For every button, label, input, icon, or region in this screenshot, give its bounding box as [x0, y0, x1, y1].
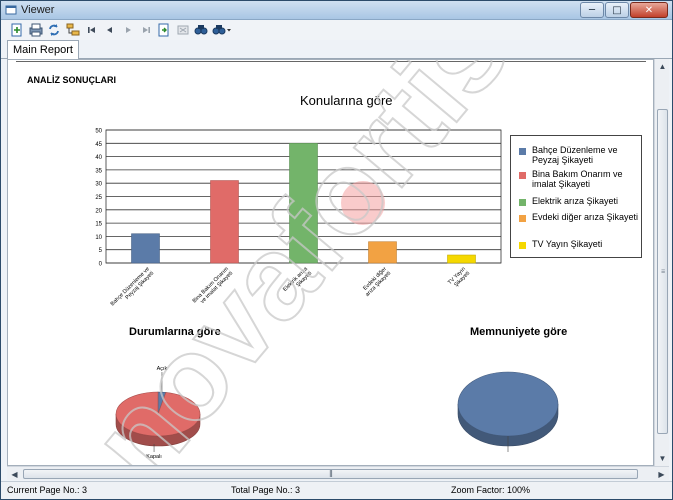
toolbar — [1, 20, 672, 40]
maximize-button[interactable]: □ — [605, 2, 629, 18]
bar — [289, 143, 318, 264]
legend-label: Bina Bakım Onarım ve imalat Şikayeti — [532, 169, 623, 189]
y-tick-label: 5 — [99, 248, 103, 254]
bar — [131, 233, 160, 264]
x-tick-label: Evdeki diğerarıza Şikayeti — [360, 266, 392, 298]
bar — [447, 254, 476, 264]
bar — [210, 180, 239, 264]
legend-swatch — [519, 148, 526, 155]
y-tick-label: 0 — [99, 262, 103, 268]
first-page-icon[interactable] — [84, 22, 100, 38]
x-tick-label: Elektrik arızaŞikayeti — [282, 266, 314, 298]
tree-icon[interactable] — [65, 22, 81, 38]
legend-item: TV Yayın Şikayeti — [519, 239, 602, 249]
y-tick-label: 15 — [95, 222, 102, 228]
bar-chart-legend: Bahçe Düzenleme ve Peyzaj Şikayeti Bina … — [510, 135, 642, 258]
y-tick-label: 10 — [95, 235, 102, 241]
x-tick-label: Bahçe Düzenleme vePeyzaj Şikayeti — [110, 266, 155, 311]
legend-swatch — [519, 172, 526, 179]
pie-slice — [115, 391, 201, 437]
tab-main-report[interactable]: Main Report — [7, 40, 79, 59]
horizontal-scrollbar[interactable]: ◀ ||| ▶ — [7, 466, 669, 480]
vertical-scrollbar[interactable]: ▲ ≡ ▼ — [654, 59, 669, 466]
x-tick-label: TV YayınŞikayeti — [447, 266, 471, 290]
legend-label: Evdeki diğer arıza Şikayeti — [532, 212, 639, 222]
legend-item: Elektrik arıza Şikayeti — [519, 196, 618, 206]
title-bar: Viewer ─ □ ✕ — [1, 1, 672, 20]
minimize-button[interactable]: ─ — [580, 2, 604, 18]
y-tick-label: 25 — [95, 195, 102, 201]
stop-icon[interactable] — [175, 22, 191, 38]
legend-label: TV Yayın Şikayeti — [532, 239, 603, 249]
legend-item: Bahçe Düzenleme ve Peyzaj Şikayeti — [519, 145, 641, 165]
legend-label: Bahçe Düzenleme ve Peyzaj Şikayeti — [532, 145, 618, 165]
prev-page-icon[interactable] — [102, 22, 118, 38]
horizontal-scroll-thumb[interactable]: ||| — [23, 469, 638, 479]
export-icon[interactable] — [9, 22, 25, 38]
window-title: Viewer — [21, 4, 55, 16]
legend-swatch — [519, 199, 526, 206]
zoom-icon[interactable] — [211, 22, 233, 38]
y-tick-label: 20 — [95, 208, 102, 214]
pie-slice — [457, 371, 559, 437]
legend-item: Bina Bakım Onarım ve imalat Şikayeti — [519, 169, 641, 189]
legend-item: Evdeki diğer arıza Şikayeti — [519, 212, 638, 222]
scroll-left-arrow-icon[interactable]: ◀ — [7, 467, 22, 481]
y-tick-label: 45 — [95, 142, 102, 148]
charts-canvas: 0 5 10 15 20 25 30 35 40 45 50 Bahçe Düzenleme vePe… — [95, 129, 559, 460]
pie-slice-label: Açık — [157, 366, 168, 372]
viewer-window: Viewer ─ □ ✕ Main Report ANALİZ SONUÇLAR… — [0, 0, 673, 500]
status-zoom-factor: Zoom Factor: 100% — [451, 485, 531, 495]
status-bar: Current Page No.: 3 Total Page No.: 3 Zo… — [1, 481, 672, 499]
y-tick-label: 50 — [95, 129, 102, 135]
vertical-scroll-thumb[interactable]: ≡ — [657, 109, 668, 434]
pie-slice-label: Kapalı — [146, 454, 162, 460]
bar — [368, 241, 397, 264]
x-tick-label: Bina Bakım Onarımve imalat Şikayeti — [192, 266, 235, 309]
tab-bar: Main Report — [1, 40, 672, 59]
report-viewport: ANALİZ SONUÇLARI Konularına göre Durumla… — [7, 59, 654, 466]
refresh-icon[interactable] — [46, 22, 62, 38]
legend-label: Elektrik arıza Şikayeti — [532, 196, 619, 206]
next-page-icon[interactable] — [120, 22, 136, 38]
print-icon[interactable] — [28, 22, 44, 38]
find-icon[interactable] — [193, 22, 209, 38]
y-tick-label: 40 — [95, 155, 102, 161]
last-page-icon[interactable] — [138, 22, 154, 38]
scroll-right-arrow-icon[interactable]: ▶ — [654, 467, 669, 481]
app-icon — [5, 5, 17, 15]
status-total-page: Total Page No.: 3 — [231, 485, 301, 495]
scroll-up-arrow-icon[interactable]: ▲ — [655, 59, 670, 74]
scroll-down-arrow-icon[interactable]: ▼ — [655, 451, 670, 466]
y-tick-label: 35 — [95, 168, 102, 174]
legend-swatch — [519, 215, 526, 222]
y-tick-label: 30 — [95, 182, 102, 188]
report-page: ANALİZ SONUÇLARI Konularına göre Durumla… — [16, 60, 646, 465]
goto-page-icon[interactable] — [156, 22, 172, 38]
legend-swatch — [519, 242, 526, 249]
status-current-page: Current Page No.: 3 — [7, 485, 88, 495]
close-button[interactable]: ✕ — [630, 2, 668, 18]
